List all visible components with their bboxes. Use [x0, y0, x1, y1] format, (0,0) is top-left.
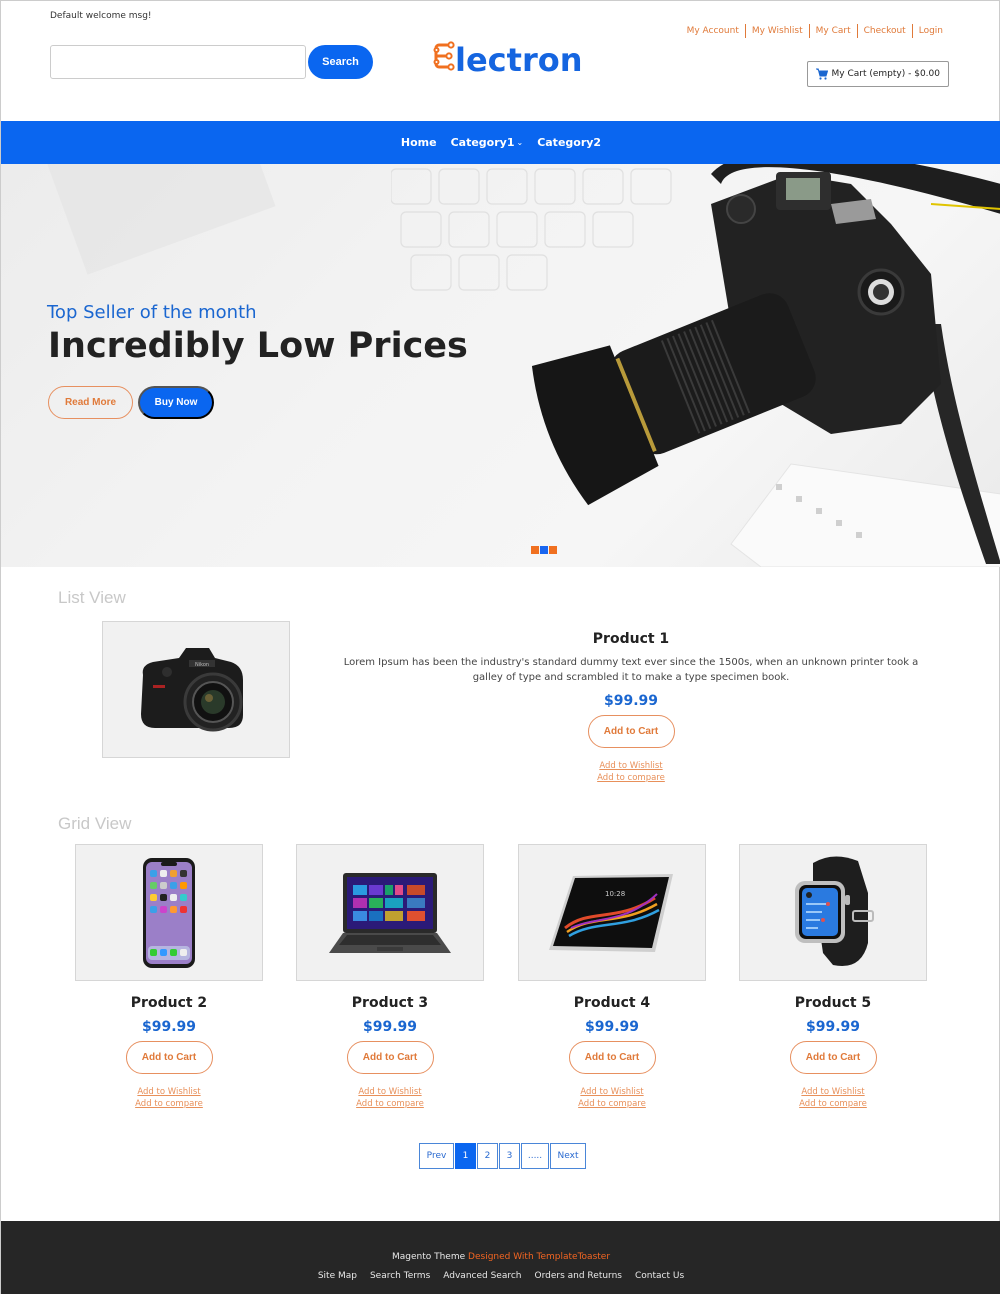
add-to-compare-link[interactable]: Add to compare: [518, 1098, 706, 1110]
list-product-image[interactable]: Nikon: [102, 621, 290, 758]
slider-pagination: [531, 546, 557, 554]
logo[interactable]: lectron: [433, 41, 582, 79]
product-price: $99.99: [584, 1019, 640, 1035]
grid-product-card: 10:28 Product 4 $99.99 Add to Cart Add t…: [518, 844, 706, 1110]
add-to-wishlist-link[interactable]: Add to Wishlist: [296, 1086, 484, 1098]
pagination-page-3[interactable]: 3: [499, 1143, 520, 1169]
dslr-camera-icon: Nikon: [141, 647, 243, 731]
list-product-info: Product 1 Lorem Ipsum has been the indus…: [331, 631, 931, 784]
add-to-compare-link[interactable]: Add to compare: [75, 1098, 263, 1110]
nav-item-home[interactable]: Home: [401, 136, 437, 149]
logo-text: lectron: [455, 41, 583, 79]
nav-label: Category2: [537, 136, 602, 149]
grid-view-heading: Grid View: [58, 814, 132, 833]
add-to-cart-button[interactable]: Add to Cart: [125, 1041, 213, 1074]
nav-label: Category1: [450, 136, 515, 149]
top-links: My Account My Wishlist My Cart Checkout …: [681, 24, 949, 38]
top-link-my-cart[interactable]: My Cart: [808, 24, 857, 38]
add-to-cart-button[interactable]: Add to Cart: [346, 1041, 434, 1074]
add-to-cart-button[interactable]: Add to Cart: [789, 1041, 877, 1074]
product-description: Lorem Ipsum has been the industry's stan…: [343, 657, 919, 683]
product-name[interactable]: Product 5: [739, 995, 927, 1011]
buy-now-button[interactable]: Buy Now: [138, 386, 214, 419]
footer-link-contact-us[interactable]: Contact Us: [635, 1271, 684, 1281]
add-to-wishlist-link[interactable]: Add to Wishlist: [75, 1086, 263, 1098]
hero-title: Incredibly Low Prices: [48, 326, 468, 366]
footer-links: Site Map Search Terms Advanced Search Or…: [1, 1271, 1000, 1281]
slider-dot-2[interactable]: [540, 546, 548, 554]
footer-link-orders-returns[interactable]: Orders and Returns: [535, 1271, 622, 1281]
mini-cart-button[interactable]: My Cart (empty) - $0.00: [806, 61, 949, 87]
add-to-compare-link[interactable]: Add to compare: [331, 772, 931, 784]
add-to-cart-button[interactable]: Add to Cart: [568, 1041, 656, 1074]
search-button[interactable]: Search: [308, 45, 373, 79]
footer-link-site-map[interactable]: Site Map: [318, 1271, 357, 1281]
read-more-button[interactable]: Read More: [48, 386, 133, 419]
product-image[interactable]: [739, 844, 927, 981]
slider-dot-1[interactable]: [531, 546, 539, 554]
smartwatch-icon: [795, 855, 874, 966]
hero-subtitle: Top Seller of the month: [47, 302, 257, 323]
tablet-icon: 10:28: [549, 873, 673, 952]
logo-circuit-e-icon: [433, 41, 455, 79]
product-price: $99.99: [362, 1019, 418, 1035]
product-price: $99.99: [805, 1019, 861, 1035]
chevron-down-icon: ⌄: [516, 138, 524, 147]
add-to-compare-link[interactable]: Add to compare: [739, 1098, 927, 1110]
product-image[interactable]: 10:28: [518, 844, 706, 981]
product-image[interactable]: [75, 844, 263, 981]
footer-link-search-terms[interactable]: Search Terms: [370, 1271, 430, 1281]
top-link-my-wishlist[interactable]: My Wishlist: [744, 24, 809, 38]
footer-credit-prefix: Magento Theme: [391, 1252, 466, 1262]
svg-text:10:28: 10:28: [605, 890, 625, 898]
search-input[interactable]: [50, 45, 306, 79]
pagination-page-1[interactable]: 1: [455, 1143, 476, 1169]
laptop-icon: [329, 873, 451, 953]
product-name[interactable]: Product 1: [331, 631, 931, 647]
add-to-wishlist-link[interactable]: Add to Wishlist: [518, 1086, 706, 1098]
welcome-message: Default welcome msg!: [50, 11, 152, 21]
product-name[interactable]: Product 3: [296, 995, 484, 1011]
grid-product-card: Product 2 $99.99 Add to Cart Add to Wish…: [75, 844, 263, 1110]
pagination-prev[interactable]: Prev: [419, 1143, 454, 1169]
product-price: $99.99: [141, 1019, 197, 1035]
smartphone-icon: [143, 857, 195, 968]
add-to-compare-link[interactable]: Add to compare: [296, 1098, 484, 1110]
nav-item-category2[interactable]: Category2: [537, 136, 601, 149]
footer-link-advanced-search[interactable]: Advanced Search: [443, 1271, 521, 1281]
shopping-cart-icon: [815, 68, 828, 80]
list-view-heading: List View: [58, 588, 126, 607]
add-to-wishlist-link[interactable]: Add to Wishlist: [739, 1086, 927, 1098]
footer: Magento Theme Designed With TemplateToas…: [1, 1221, 1000, 1294]
grid-product-card: Product 5 $99.99 Add to Cart Add to Wish…: [739, 844, 927, 1110]
footer-credit: Magento Theme Designed With TemplateToas…: [1, 1252, 1000, 1262]
hero-background-tablet: [46, 164, 276, 275]
pagination: Prev 1 2 3 ..... Next: [419, 1143, 587, 1169]
footer-credit-link[interactable]: Designed With TemplateToaster: [468, 1252, 610, 1262]
top-link-checkout[interactable]: Checkout: [856, 24, 912, 38]
top-link-login[interactable]: Login: [911, 24, 949, 38]
pagination-ellipsis[interactable]: .....: [521, 1143, 549, 1169]
nav-item-category1[interactable]: Category1 ⌄: [451, 136, 524, 149]
mini-cart-label: My Cart (empty) - $0.00: [831, 69, 940, 79]
pagination-page-2[interactable]: 2: [477, 1143, 498, 1169]
add-to-cart-button[interactable]: Add to Cart: [587, 715, 675, 748]
pagination-next[interactable]: Next: [550, 1143, 586, 1169]
product-name[interactable]: Product 4: [518, 995, 706, 1011]
main-nav: Home Category1 ⌄ Category2: [1, 121, 1000, 164]
hero-dslr-camera-image: [531, 164, 1000, 567]
add-to-wishlist-link[interactable]: Add to Wishlist: [331, 760, 931, 772]
hero-slider: Top Seller of the month Incredibly Low P…: [1, 164, 1000, 567]
slider-dot-3[interactable]: [549, 546, 557, 554]
nav-label: Home: [400, 136, 437, 149]
product-image[interactable]: [296, 844, 484, 981]
grid-product-card: Product 3 $99.99 Add to Cart Add to Wish…: [296, 844, 484, 1110]
product-price: $99.99: [603, 693, 659, 709]
product-name[interactable]: Product 2: [75, 995, 263, 1011]
top-link-my-account[interactable]: My Account: [681, 24, 745, 38]
svg-text:Nikon: Nikon: [195, 662, 209, 668]
